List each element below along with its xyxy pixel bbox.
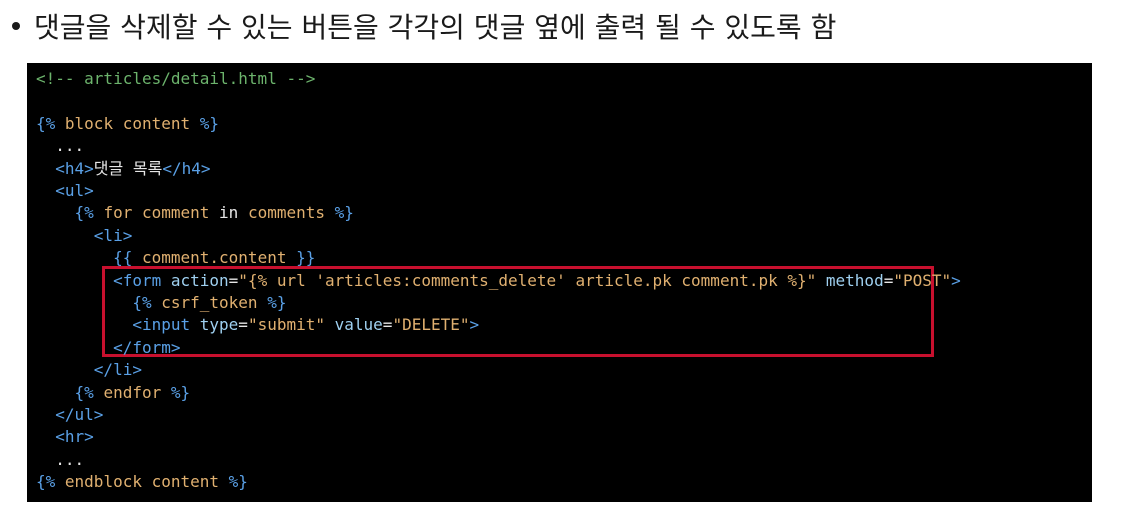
code-token: }} xyxy=(286,248,316,268)
code-panel: <!-- articles/detail.html --> {% block co… xyxy=(27,63,1092,502)
code-token: <ul> xyxy=(55,181,94,200)
code-token: endfor xyxy=(103,382,162,402)
code-token: {% xyxy=(36,472,65,492)
code-token: in xyxy=(219,203,239,223)
code-token: <!-- articles/detail.html --> xyxy=(36,69,316,88)
code-token: = xyxy=(883,270,894,290)
code-token: comment xyxy=(132,203,220,223)
code-line: {{ comment.content }} xyxy=(36,247,315,269)
code-token: = xyxy=(228,270,239,290)
code-token: {% xyxy=(74,203,104,223)
code-token: </h4> xyxy=(162,158,211,178)
slide-heading: 댓글을 삭제할 수 있는 버튼을 각각의 댓글 옆에 출력 될 수 있도록 함 xyxy=(34,11,837,44)
code-token: <h4> xyxy=(55,158,94,178)
code-token: > xyxy=(469,315,480,335)
code-token: %} xyxy=(257,293,287,312)
code-token: ... xyxy=(55,136,85,156)
code-line: {% endfor %} xyxy=(36,382,191,404)
code-token: csrf_token xyxy=(161,293,258,312)
code-token: {% xyxy=(36,113,65,133)
code-token: = xyxy=(238,315,248,335)
code-token: <li> xyxy=(93,225,133,245)
code-line: <input type="submit" value="DELETE"> xyxy=(36,314,479,336)
code-token: %} xyxy=(334,203,354,223)
code-token: for xyxy=(103,203,133,223)
code-line: {% block content %} xyxy=(36,113,219,135)
code-token: %} xyxy=(199,113,220,133)
code-line: <form action="{% url 'articles:comments_… xyxy=(36,270,961,292)
code-token: <form xyxy=(113,270,171,290)
code-token: endblock xyxy=(64,472,142,492)
code-token: "submit" xyxy=(247,315,325,335)
code-line: <hr> xyxy=(36,426,94,448)
code-token: "{% url 'articles:comments_delete' artic… xyxy=(238,270,817,290)
code-token: </form> xyxy=(113,337,181,357)
code-token: content xyxy=(113,113,200,133)
code-line: {% for comment in comments %} xyxy=(36,202,354,224)
code-token: {% xyxy=(132,293,162,312)
code-token: 댓글 목록 xyxy=(93,158,163,178)
code-token: </ul> xyxy=(55,405,104,424)
code-token: {{ xyxy=(113,248,142,268)
code-line: <li> xyxy=(36,225,133,247)
code-token: type xyxy=(199,315,239,335)
code-token: <hr> xyxy=(55,427,94,447)
code-token: comment.content xyxy=(141,248,287,268)
code-line: <ul> xyxy=(36,180,94,202)
code-token: %} xyxy=(161,382,191,402)
code-token: = xyxy=(382,315,393,335)
code-token: {% xyxy=(74,382,104,402)
code-token: > xyxy=(951,270,961,290)
code-line: ... xyxy=(36,449,84,471)
code-token: <input xyxy=(132,315,200,335)
code-token: value xyxy=(325,315,383,335)
code-line: </form> xyxy=(36,337,181,359)
code-token: "DELETE" xyxy=(392,315,470,335)
code-token: action xyxy=(170,270,229,290)
code-token: comments xyxy=(238,203,335,223)
code-token: method xyxy=(816,270,884,290)
code-line: ... xyxy=(36,135,84,157)
code-line: {% endblock content %} xyxy=(36,471,248,493)
code-token: %} xyxy=(228,472,248,492)
code-line: {% csrf_token %} xyxy=(36,292,286,314)
code-token: content xyxy=(141,472,229,492)
code-token: </li> xyxy=(93,360,142,380)
code-line: </ul> xyxy=(36,404,103,426)
code-line: <!-- articles/detail.html --> xyxy=(36,68,315,90)
slide-bullet: 댓글을 삭제할 수 있는 버튼을 각각의 댓글 옆에 출력 될 수 있도록 함 xyxy=(8,6,836,46)
code-token: block xyxy=(64,113,114,133)
code-token: ... xyxy=(55,449,85,469)
code-token: "POST" xyxy=(893,270,952,290)
code-line: </li> xyxy=(36,359,142,381)
code-line: <h4>댓글 목록</h4> xyxy=(36,158,210,180)
bullet-dot-icon xyxy=(12,22,20,30)
